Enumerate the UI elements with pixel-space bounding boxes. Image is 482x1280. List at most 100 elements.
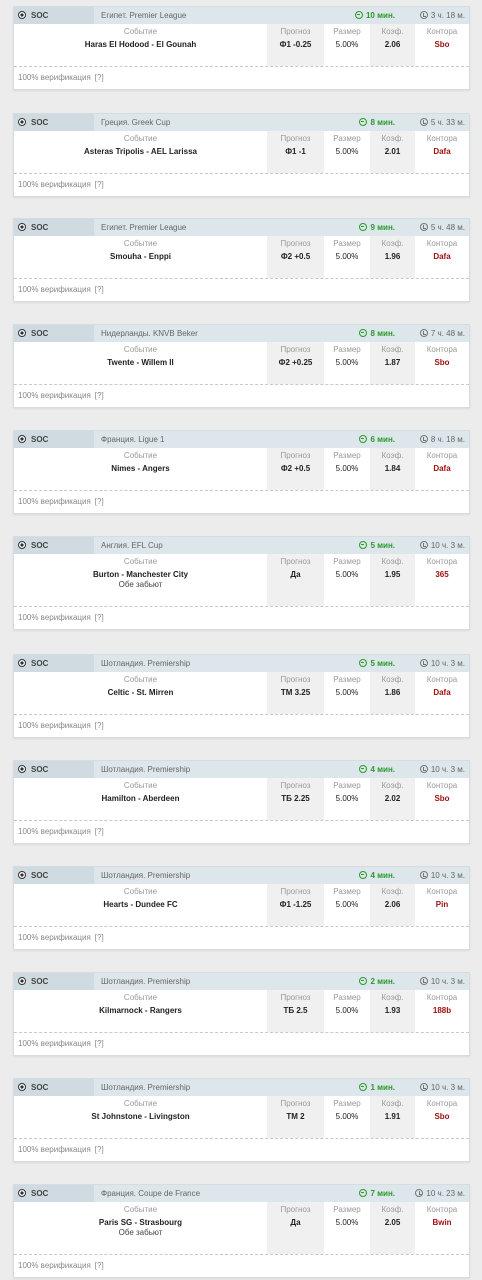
time-left: 5 ч. 33 м. [419,114,465,131]
help-link[interactable]: [?] [95,180,104,189]
league-name[interactable]: Шотландия. Premiership [101,1079,190,1096]
event-label: Событие [123,451,158,460]
prediction-label: Прогноз [280,675,311,684]
help-link[interactable]: [?] [95,1039,104,1048]
event-name[interactable]: Smouha - Enppi [14,251,267,262]
event-name[interactable]: Burton - Manchester City [14,569,267,580]
bookmaker-value[interactable]: Sbo [415,793,469,804]
soccer-ball-icon [18,329,26,337]
sport-cell: SOC [14,7,94,24]
posted-ago: 5 мин. [359,655,395,672]
tip-body: Событие Kilmarnock - Rangers Прогноз ТБ … [14,990,469,1032]
soccer-ball-icon [18,541,26,549]
league-name[interactable]: Египет. Premier League [101,219,186,236]
tip-body: Событие St Johnstone - Livingston Прогно… [14,1096,469,1138]
bookmaker-value[interactable]: Dafa [415,463,469,474]
league-name[interactable]: Нидерланды. KNVB Beker [101,325,198,342]
bookmaker-value[interactable]: 188b [415,1005,469,1016]
bookmaker-value[interactable]: Sbo [415,1111,469,1122]
tip-header: SOC Франция. Coupe de France 7 мин. 10 ч… [14,1185,469,1202]
event-name[interactable]: Hearts - Dundee FC [14,899,267,910]
help-link[interactable]: [?] [95,391,104,400]
bookmaker-value[interactable]: Pin [415,899,469,910]
event-name[interactable]: Nimes - Angers [14,463,267,474]
size-label: Размер [333,134,361,143]
help-link[interactable]: [?] [95,933,104,942]
league-name[interactable]: Шотландия. Premiership [101,973,190,990]
event-name[interactable]: Hamilton - Aberdeen [14,793,267,804]
league-name[interactable]: Египет. Premier League [101,7,186,24]
help-link[interactable]: [?] [95,1261,104,1270]
league-name[interactable]: Шотландия. Premiership [101,867,190,884]
prediction-value: Ф1 -1.25 [279,900,312,909]
prediction-value: ТМ 3.25 [280,688,311,697]
event-name[interactable]: Paris SG - Strasbourg [14,1217,267,1228]
league-name[interactable]: Англия. EFL Cup [101,537,163,554]
tip-card: SOC Египет. Premier League 9 мин. 5 ч. 4… [13,218,470,302]
help-link[interactable]: [?] [95,73,104,82]
event-name[interactable]: Twente - Willem II [14,357,267,368]
verification-text: 100% верификация [18,497,91,506]
odds-column: Коэф. 2.06 [370,884,415,926]
bookmaker-column: Контора Dafa [415,131,469,173]
help-link[interactable]: [?] [95,613,104,622]
event-label: Событие [123,239,158,248]
bookmaker-value[interactable]: Sbo [415,39,469,50]
posted-ago-text: 6 мин. [370,435,395,444]
size-label: Размер [333,451,361,460]
league-name[interactable]: Франция. Ligue 1 [101,431,164,448]
size-column: Размер 5.00% [324,24,370,66]
sign-in-icon [359,871,368,879]
bookmaker-value[interactable]: Dafa [415,251,469,262]
sport-label: SOC [31,329,49,338]
event-name[interactable]: Celtic - St. Mirren [14,687,267,698]
event-label: Событие [123,345,158,354]
clock-icon [419,223,428,231]
event-name[interactable]: Haras El Hodood - El Gounah [14,39,267,50]
event-name[interactable]: Asteras Tripolis - AEL Larissa [14,146,267,157]
odds-value: 1.95 [384,570,401,579]
tip-header: SOC Греция. Greek Cup 8 мин. 5 ч. 33 м. [14,114,469,131]
odds-value: 1.96 [384,252,401,261]
league-name[interactable]: Шотландия. Premiership [101,655,190,672]
time-left-text: 10 ч. 3 м. [430,541,465,550]
event-column: Событие Hamilton - Aberdeen [14,778,267,820]
posted-ago: 6 мин. [359,431,395,448]
help-link[interactable]: [?] [95,827,104,836]
verification-footer: 100% верификация [?] [14,714,469,737]
time-left: 10 ч. 3 м. [419,973,465,990]
league-name[interactable]: Греция. Greek Cup [101,114,170,131]
tip-header: SOC Шотландия. Premiership 4 мин. 10 ч. … [14,761,469,778]
verification-footer: 100% верификация [?] [14,66,469,89]
bookmaker-column: Контора 188b [415,990,469,1032]
prediction-column: Прогноз Да [267,554,324,606]
prediction-label: Прогноз [280,239,311,248]
help-link[interactable]: [?] [95,285,104,294]
odds-label: Коэф. [381,239,404,248]
bookmaker-value[interactable]: 365 [415,569,469,580]
time-left-text: 3 ч. 18 м. [430,11,465,20]
prediction-label: Прогноз [280,451,311,460]
event-name[interactable]: Kilmarnock - Rangers [14,1005,267,1016]
league-name[interactable]: Шотландия. Premiership [101,761,190,778]
event-name[interactable]: St Johnstone - Livingston [14,1111,267,1122]
posted-ago-text: 5 мин. [370,541,395,550]
size-label: Размер [333,1205,361,1214]
clock-icon [419,329,428,337]
prediction-label: Прогноз [280,887,311,896]
league-name[interactable]: Франция. Coupe de France [101,1185,200,1202]
bookmaker-value[interactable]: Bwin [415,1217,469,1228]
size-value: 5.00% [335,464,359,473]
help-link[interactable]: [?] [95,497,104,506]
bookmaker-value[interactable]: Dafa [415,687,469,698]
prediction-label: Прогноз [280,557,311,566]
help-link[interactable]: [?] [95,1145,104,1154]
time-left: 10 ч. 3 м. [419,761,465,778]
sport-cell: SOC [14,761,94,778]
bookmaker-value[interactable]: Dafa [415,146,469,157]
event-market: Обе забьют [118,1228,163,1237]
help-link[interactable]: [?] [95,721,104,730]
tip-body: Событие Celtic - St. Mirren Прогноз ТМ 3… [14,672,469,714]
bookmaker-value[interactable]: Sbo [415,357,469,368]
odds-column: Коэф. 1.91 [370,1096,415,1138]
